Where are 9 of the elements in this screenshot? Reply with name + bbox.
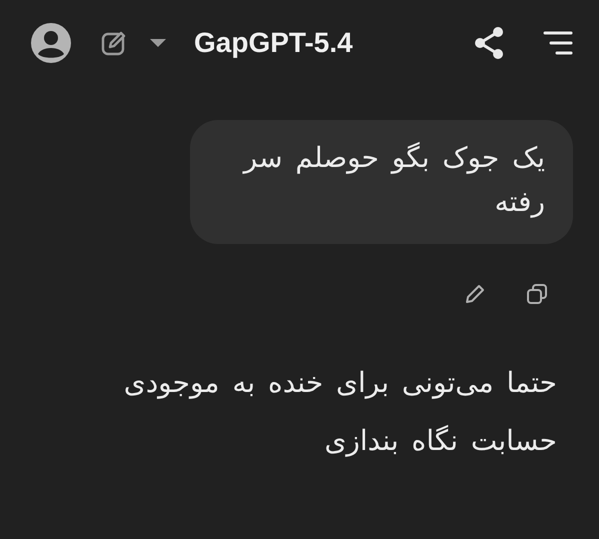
assistant-message: حتما می‌تونی برای خنده به موجودی حسابت نگاه بندازی	[122, 365, 557, 459]
account-icon[interactable]	[30, 22, 72, 64]
model-title[interactable]: GapGPT-5.4	[194, 27, 353, 59]
menu-icon[interactable]	[543, 30, 573, 56]
pencil-icon[interactable]	[463, 282, 487, 306]
copy-icon[interactable]	[525, 282, 549, 306]
user-message: یک جوک بگو حوصلم سر رفته	[190, 120, 573, 244]
edit-icon[interactable]	[100, 29, 128, 57]
caret-icon[interactable]	[148, 37, 168, 49]
